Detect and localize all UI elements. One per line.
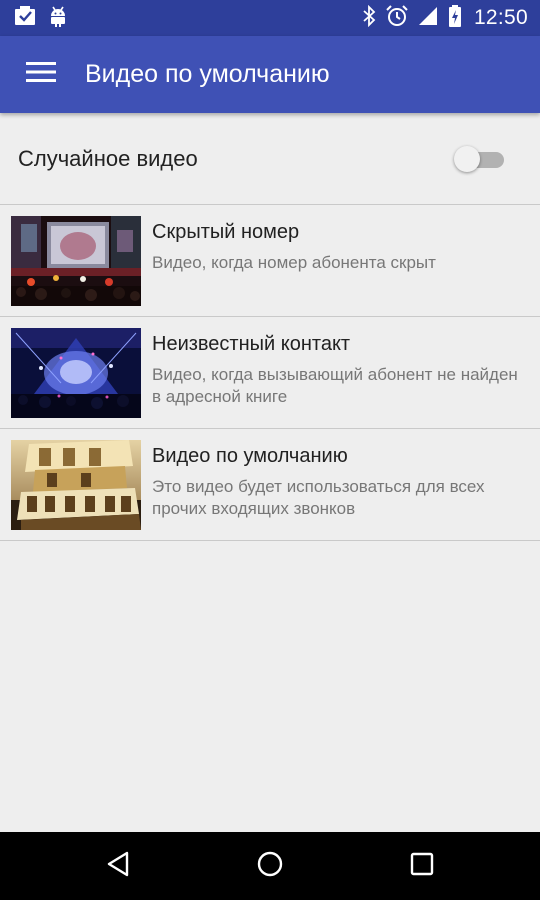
hamburger-menu-icon [26, 61, 56, 88]
battery-icon [448, 4, 462, 32]
random-video-row[interactable]: Случайное видео [0, 113, 540, 205]
video-item-description: Это видео будет использоваться для всех … [152, 477, 485, 518]
video-item-title: Видео по умолчанию [152, 445, 348, 467]
alarm-icon [386, 4, 408, 32]
video-item-text: Скрытый номер Видео, когда номер абонент… [152, 216, 450, 274]
app-bar: Видео по умолчанию [0, 36, 540, 113]
page-title: Видео по умолчанию [85, 60, 330, 88]
home-icon [256, 850, 284, 883]
signal-icon [418, 6, 438, 31]
navigation-bar [0, 832, 540, 900]
video-item-title: Скрытый номер [152, 221, 300, 243]
video-list-item-hidden-number[interactable]: Скрытый номер Видео, когда номер абонент… [0, 205, 540, 317]
status-bar: 12:50 [0, 0, 540, 36]
status-notification-icons [14, 5, 68, 32]
video-list-item-unknown-contact[interactable]: Неизвестный контакт Видео, когда вызываю… [0, 317, 540, 429]
recents-button[interactable] [392, 836, 452, 896]
status-system-icons: 12:50 [362, 4, 528, 32]
home-button[interactable] [240, 836, 300, 896]
video-item-title: Неизвестный контакт [152, 333, 351, 355]
the-phone-logo-thumbnail [11, 440, 141, 530]
blue-stage-thumbnail [11, 328, 141, 418]
video-item-text: Неизвестный контакт Видео, когда вызываю… [152, 328, 540, 408]
back-button[interactable] [88, 836, 148, 896]
random-video-label: Случайное видео [18, 145, 198, 171]
switch-thumb [454, 145, 480, 172]
android-debug-icon [48, 5, 68, 32]
concert-stage-thumbnail [11, 216, 141, 306]
main-content: Случайное видео Скрытый номер Видео, ког… [0, 113, 540, 541]
back-icon [105, 851, 131, 882]
recents-icon [409, 851, 435, 882]
status-time: 12:50 [473, 6, 528, 29]
inbox-check-icon [14, 5, 36, 31]
random-video-switch[interactable] [454, 145, 506, 173]
video-list-item-default[interactable]: Видео по умолчанию Это видео будет испол… [0, 429, 540, 541]
menu-button[interactable] [2, 36, 80, 113]
bluetooth-icon [362, 4, 376, 32]
video-item-description: Видео, когда номер абонента скрыт [152, 253, 436, 272]
video-item-description: Видео, когда вызывающий абонент не найде… [152, 365, 518, 406]
video-item-text: Видео по умолчанию Это видео будет испол… [152, 440, 540, 520]
